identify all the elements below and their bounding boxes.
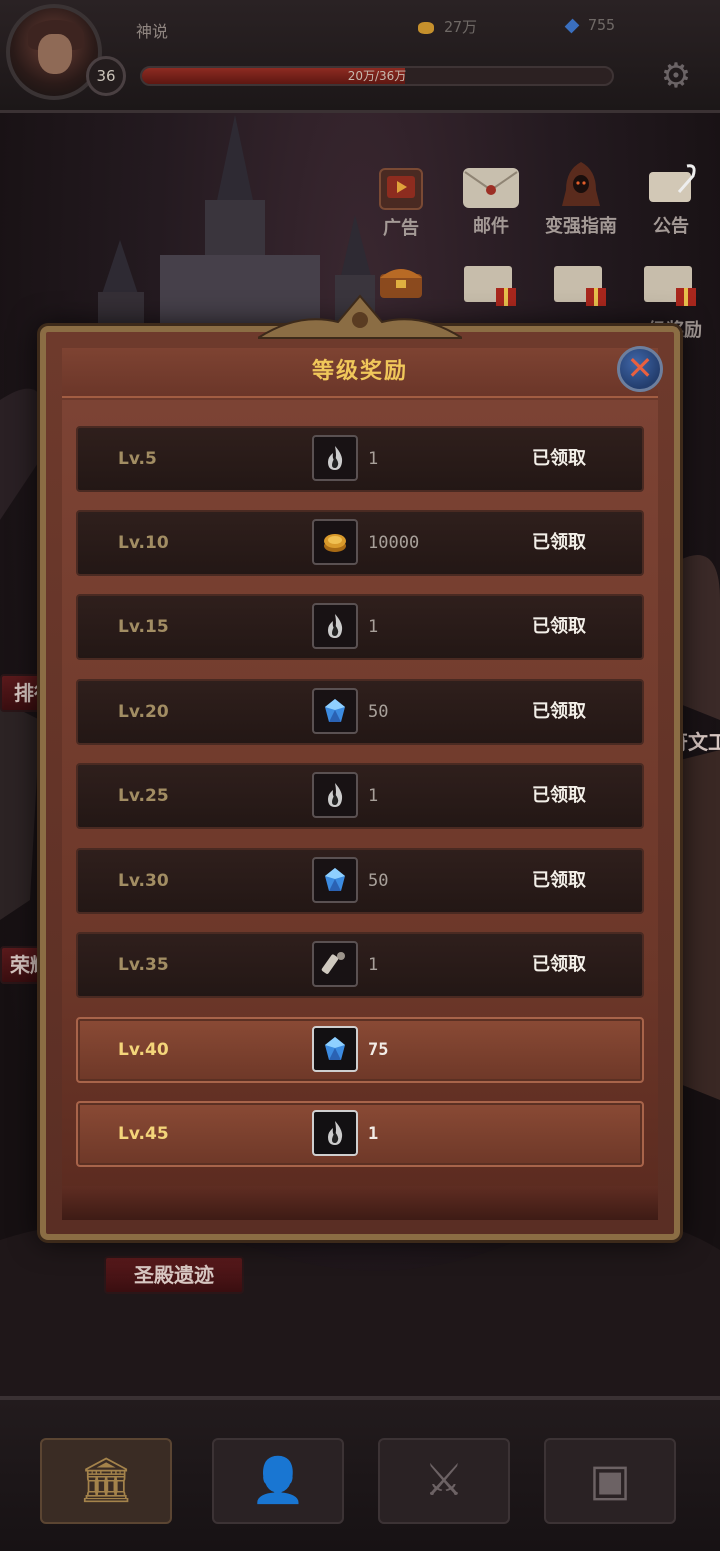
- avatar-face: [38, 34, 72, 74]
- menu-guide[interactable]: 变强指南: [540, 160, 622, 238]
- reward-quantity: 1: [368, 786, 379, 806]
- menu-mail[interactable]: 邮件: [451, 164, 531, 238]
- bottom-navigation: 🏛 👤 ⚔ ▣: [0, 1396, 720, 1551]
- menu-notice[interactable]: 公告: [631, 162, 711, 238]
- menu-notice-label: 公告: [653, 216, 689, 237]
- reward-quantity: 1: [368, 955, 379, 975]
- reward-quantity: 1: [368, 617, 379, 637]
- close-icon: ✕: [626, 349, 654, 387]
- reward-row: Lv.10 10000 已领取: [76, 510, 644, 576]
- gem-icon: [564, 18, 580, 33]
- reward-quantity: 1: [368, 1124, 379, 1144]
- reward-row: Lv.35 1 已领取: [76, 932, 644, 998]
- reward-level: Lv.45: [118, 1124, 169, 1144]
- dialog-crest-ornament: [258, 294, 462, 339]
- reward-quantity: 50: [368, 871, 389, 891]
- coin-icon: [418, 21, 434, 34]
- gold-counter: 27万: [418, 16, 477, 37]
- top-status-bar: 36 神说 27万 755 20万/36万 ⚙: [0, 0, 720, 113]
- reward-level: Lv.20: [118, 702, 169, 722]
- nav-hero-button[interactable]: 👤: [212, 1438, 344, 1524]
- reward-item-slot[interactable]: [312, 435, 358, 481]
- reward-status: 已领取: [532, 701, 586, 722]
- reward-row: Lv.30 50 已领取: [76, 848, 644, 914]
- envelope-icon: [463, 168, 519, 208]
- menu-ad[interactable]: 广告: [361, 168, 441, 240]
- reward-row: Lv.25 1 已领取: [76, 763, 644, 829]
- reward-row[interactable]: Lv.45 1: [76, 1101, 644, 1167]
- reward-status: 已领取: [532, 870, 586, 891]
- menu-gift-letter-3[interactable]: [642, 262, 700, 310]
- reward-level: Lv.25: [118, 786, 169, 806]
- dialog-header: 等级奖励: [62, 348, 658, 398]
- nav-temple-button[interactable]: 🏛: [40, 1438, 172, 1524]
- reward-row: Lv.20 50 已领取: [76, 679, 644, 745]
- crossed-swords-icon: ⚔: [424, 1455, 464, 1506]
- menu-guide-label: 变强指南: [545, 216, 617, 237]
- reward-status: 已领取: [532, 448, 586, 469]
- reward-quantity: 75: [368, 1040, 389, 1060]
- reward-row: Lv.5 1 已领取: [76, 426, 644, 492]
- hooded-figure-icon: [560, 160, 602, 208]
- player-name: 神说: [136, 22, 169, 41]
- reward-row: Lv.15 1 已领取: [76, 594, 644, 660]
- gold-amount: 27万: [444, 18, 478, 36]
- reward-item-slot[interactable]: [312, 603, 358, 649]
- reward-item-slot[interactable]: [312, 1110, 358, 1156]
- reward-status: 已领取: [532, 954, 586, 975]
- reward-item-slot[interactable]: [312, 688, 358, 734]
- menu-ad-label: 广告: [383, 218, 419, 239]
- gem-amount: 755: [588, 16, 616, 34]
- reward-level: Lv.30: [118, 871, 169, 891]
- reward-level: Lv.35: [118, 955, 169, 975]
- nav-battle-button[interactable]: ⚔: [378, 1438, 510, 1524]
- reward-item-slot[interactable]: [312, 857, 358, 903]
- reward-level: Lv.5: [118, 449, 157, 469]
- dialog-title: 等级奖励: [311, 359, 408, 384]
- menu-mail-label: 邮件: [473, 216, 509, 237]
- experience-text: 20万/36万: [347, 69, 407, 83]
- scroll-quill-icon: [643, 162, 699, 208]
- temple-ruins-label[interactable]: 圣殿遗迹: [104, 1256, 244, 1294]
- reward-status: 已领取: [532, 785, 586, 806]
- gem-counter: 755: [564, 16, 616, 34]
- player-level-badge: 36: [86, 56, 126, 96]
- tv-icon: [379, 168, 423, 210]
- menu-gift-letter-2[interactable]: [552, 262, 610, 310]
- close-button[interactable]: ✕: [617, 346, 663, 392]
- reward-quantity: 50: [368, 702, 389, 722]
- menu-gift-letter-1[interactable]: [462, 262, 520, 310]
- reward-item-slot[interactable]: [312, 519, 358, 565]
- reward-item-slot[interactable]: [312, 1026, 358, 1072]
- reward-status: 已领取: [532, 532, 586, 553]
- reward-level: Lv.15: [118, 617, 169, 637]
- reward-level: Lv.10: [118, 533, 169, 553]
- treasure-chest-icon: ▣: [589, 1455, 631, 1506]
- reward-row[interactable]: Lv.40 75: [76, 1017, 644, 1083]
- reward-item-slot[interactable]: [312, 941, 358, 987]
- reward-status: 已领取: [532, 616, 586, 637]
- reward-level: Lv.40: [118, 1040, 169, 1060]
- nav-chest-button[interactable]: ▣: [544, 1438, 676, 1524]
- experience-bar: 20万/36万: [140, 66, 614, 86]
- temple-icon: 🏛: [78, 1455, 134, 1506]
- gear-icon[interactable]: ⚙: [656, 56, 696, 96]
- reward-quantity: 1: [368, 449, 379, 469]
- hero-bust-icon: 👤: [250, 1455, 306, 1506]
- reward-item-slot[interactable]: [312, 772, 358, 818]
- dialog-bottom-edge: [62, 1186, 658, 1220]
- reward-quantity: 10000: [368, 533, 420, 553]
